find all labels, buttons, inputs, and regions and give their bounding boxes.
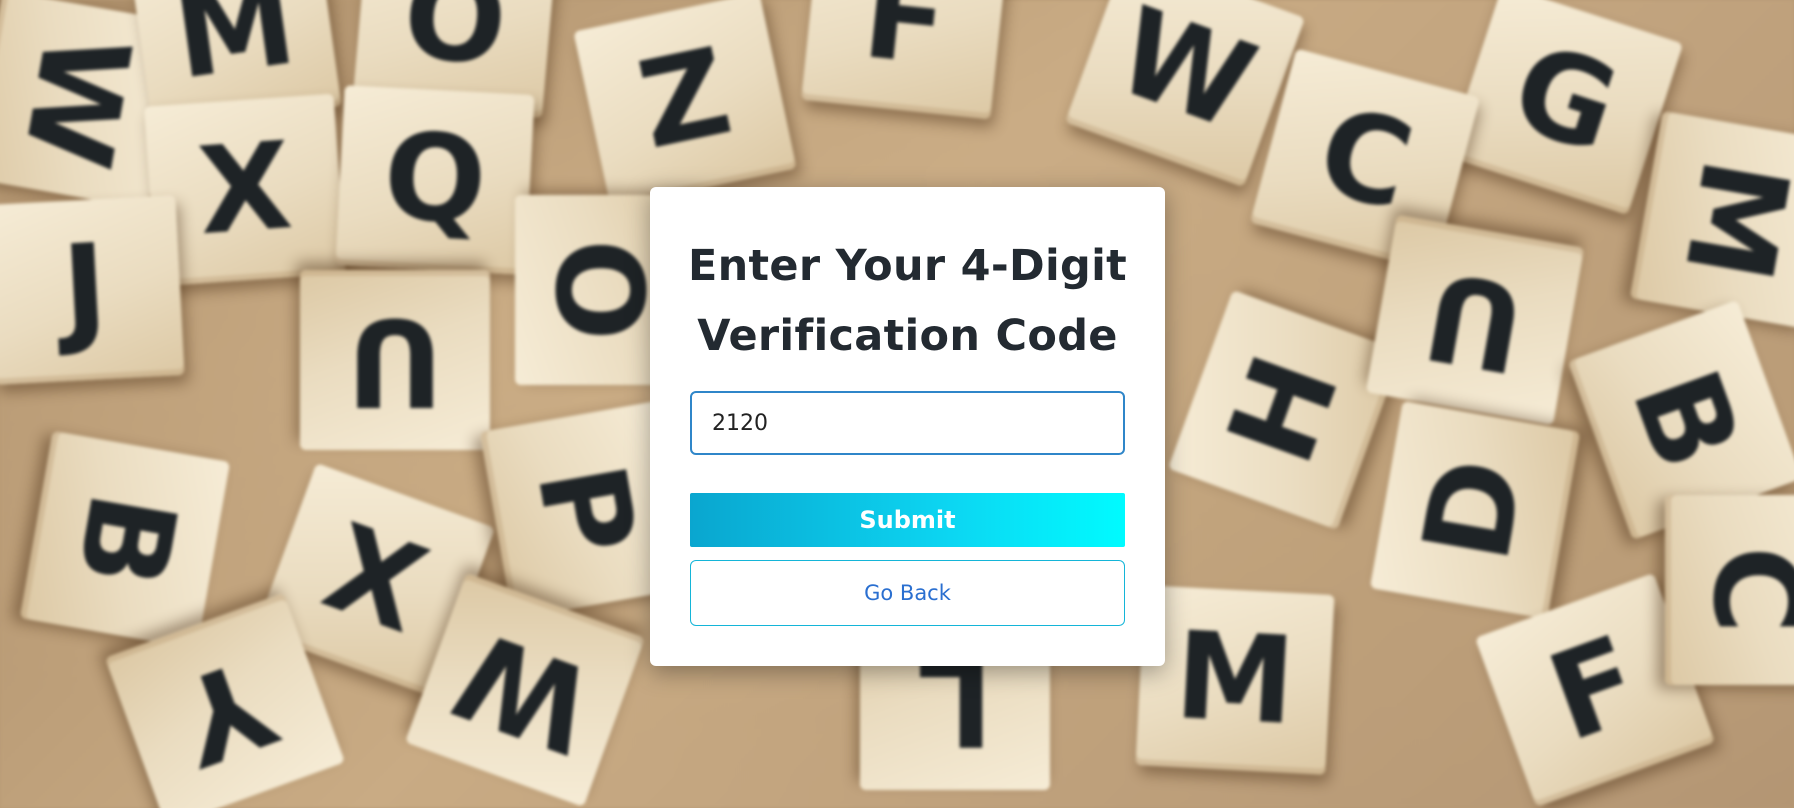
tile-letter: F xyxy=(1532,610,1658,769)
page-title: Enter Your 4-Digit Verification Code xyxy=(687,241,1128,361)
letter-tile: G xyxy=(1446,0,1684,215)
tile-letter: C xyxy=(1304,80,1426,239)
go-back-button[interactable]: Go Back xyxy=(690,560,1125,626)
letter-tile: M xyxy=(1629,110,1794,330)
letter-tile: M xyxy=(1135,585,1335,775)
letter-tile: D xyxy=(1369,400,1581,620)
tile-letter: Y xyxy=(160,630,290,791)
tile-letter: M xyxy=(1171,606,1299,753)
letter-tile: H xyxy=(1167,289,1403,531)
verification-page: W M O Z F W G X Q O C M J U H U B B X D … xyxy=(0,0,1794,808)
tile-letter: Q xyxy=(380,107,490,252)
tile-letter: U xyxy=(346,291,444,430)
tile-letter: X xyxy=(307,498,443,661)
letter-tile: F xyxy=(801,0,1009,120)
verification-card: Enter Your 4-Digit Verification Code Sub… xyxy=(650,187,1165,666)
letter-tile: C xyxy=(1665,495,1794,685)
letter-tile: Z xyxy=(573,0,797,208)
tile-letter: M xyxy=(166,0,304,107)
letter-tile: U xyxy=(1365,214,1585,426)
tile-letter: Z xyxy=(627,22,742,177)
tile-letter: U xyxy=(1414,243,1535,398)
letter-tile: Q xyxy=(335,85,535,275)
tile-letter: J xyxy=(59,218,111,361)
letter-tile: B xyxy=(19,430,231,650)
tile-letter: W xyxy=(0,22,156,178)
tile-letter: O xyxy=(398,0,512,94)
tile-letter: X xyxy=(193,116,296,263)
tile-letter: O xyxy=(535,239,674,342)
tile-letter: P xyxy=(509,454,662,566)
tile-letter: B xyxy=(49,482,202,598)
tile-letter: F xyxy=(857,0,954,93)
tile-letter: D xyxy=(1397,448,1552,572)
tile-letter: C xyxy=(1686,546,1794,634)
tile-letter: B xyxy=(1604,353,1767,487)
letter-tile: U xyxy=(300,270,490,450)
submit-button[interactable]: Submit xyxy=(690,493,1125,547)
tile-letter: M xyxy=(1656,149,1794,291)
verification-code-input[interactable] xyxy=(690,391,1125,455)
letter-tile: J xyxy=(0,195,185,385)
tile-letter: G xyxy=(1496,18,1634,181)
tile-letter: W xyxy=(1099,0,1272,158)
tile-letter: H xyxy=(1202,338,1368,481)
tile-letter: W xyxy=(438,602,611,779)
